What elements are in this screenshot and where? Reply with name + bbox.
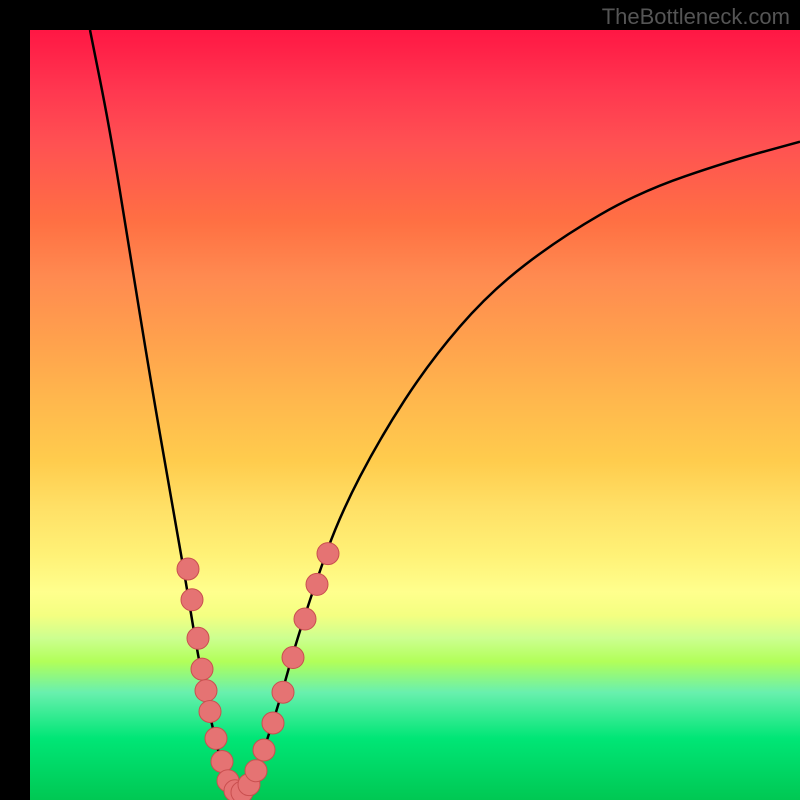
data-dot <box>282 647 304 669</box>
data-dots-group <box>177 543 339 800</box>
data-dot <box>211 751 233 773</box>
data-dot <box>306 573 328 595</box>
chart-plot-area <box>30 30 800 800</box>
chart-svg <box>30 30 800 800</box>
data-dot <box>253 739 275 761</box>
data-dot <box>294 608 316 630</box>
data-dot <box>205 727 227 749</box>
data-dot <box>199 700 221 722</box>
data-dot <box>191 658 213 680</box>
data-dot <box>245 760 267 782</box>
watermark-text: TheBottleneck.com <box>602 4 790 30</box>
data-dot <box>195 680 217 702</box>
data-dot <box>187 627 209 649</box>
data-dot <box>181 589 203 611</box>
data-dot <box>177 558 199 580</box>
data-dot <box>262 712 284 734</box>
data-dot <box>317 543 339 565</box>
data-dot <box>272 681 294 703</box>
